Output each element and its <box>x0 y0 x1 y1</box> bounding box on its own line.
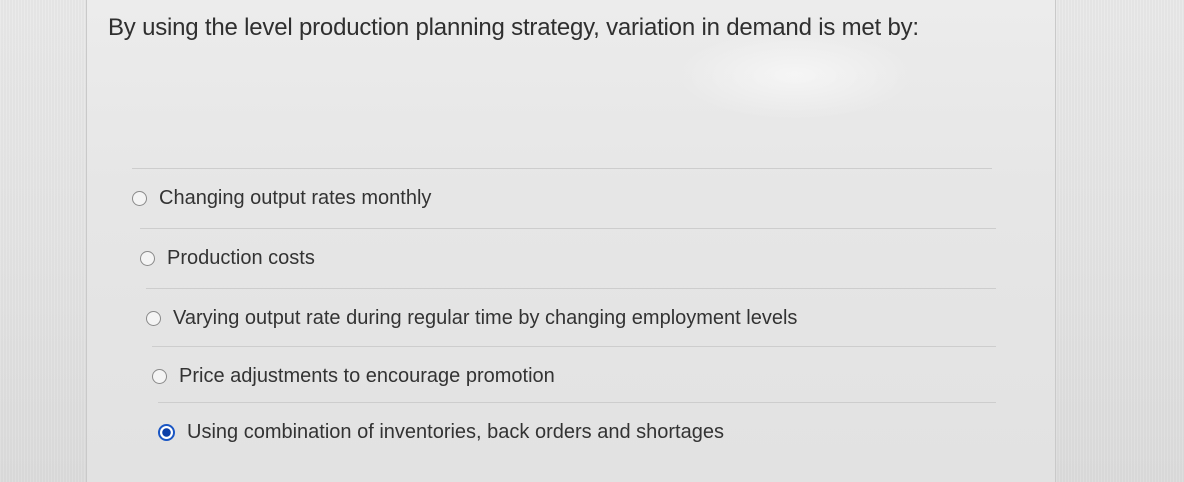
answer-label: Production costs <box>167 246 315 269</box>
radio-button[interactable] <box>132 190 147 206</box>
radio-button[interactable] <box>146 310 161 326</box>
answer-option-3[interactable]: Varying output rate during regular time … <box>146 288 996 347</box>
answer-label: Using combination of inventories, back o… <box>187 420 724 443</box>
radio-button[interactable] <box>152 368 167 384</box>
screen-glare <box>675 30 915 120</box>
answer-label: Varying output rate during regular time … <box>173 306 798 329</box>
question-text: By using the level production planning s… <box>108 14 919 41</box>
answer-option-2[interactable]: Production costs <box>140 228 996 287</box>
page-background: By using the level production planning s… <box>0 0 1184 482</box>
answer-option-1[interactable]: Changing output rates monthly <box>132 168 992 227</box>
answer-option-5[interactable]: Using combination of inventories, back o… <box>158 402 996 461</box>
answer-label: Changing output rates monthly <box>159 186 432 209</box>
answer-label: Price adjustments to encourage promotion <box>179 364 555 387</box>
radio-button-selected[interactable] <box>158 423 175 441</box>
answer-option-4[interactable]: Price adjustments to encourage promotion <box>152 346 996 405</box>
radio-button[interactable] <box>140 250 155 266</box>
